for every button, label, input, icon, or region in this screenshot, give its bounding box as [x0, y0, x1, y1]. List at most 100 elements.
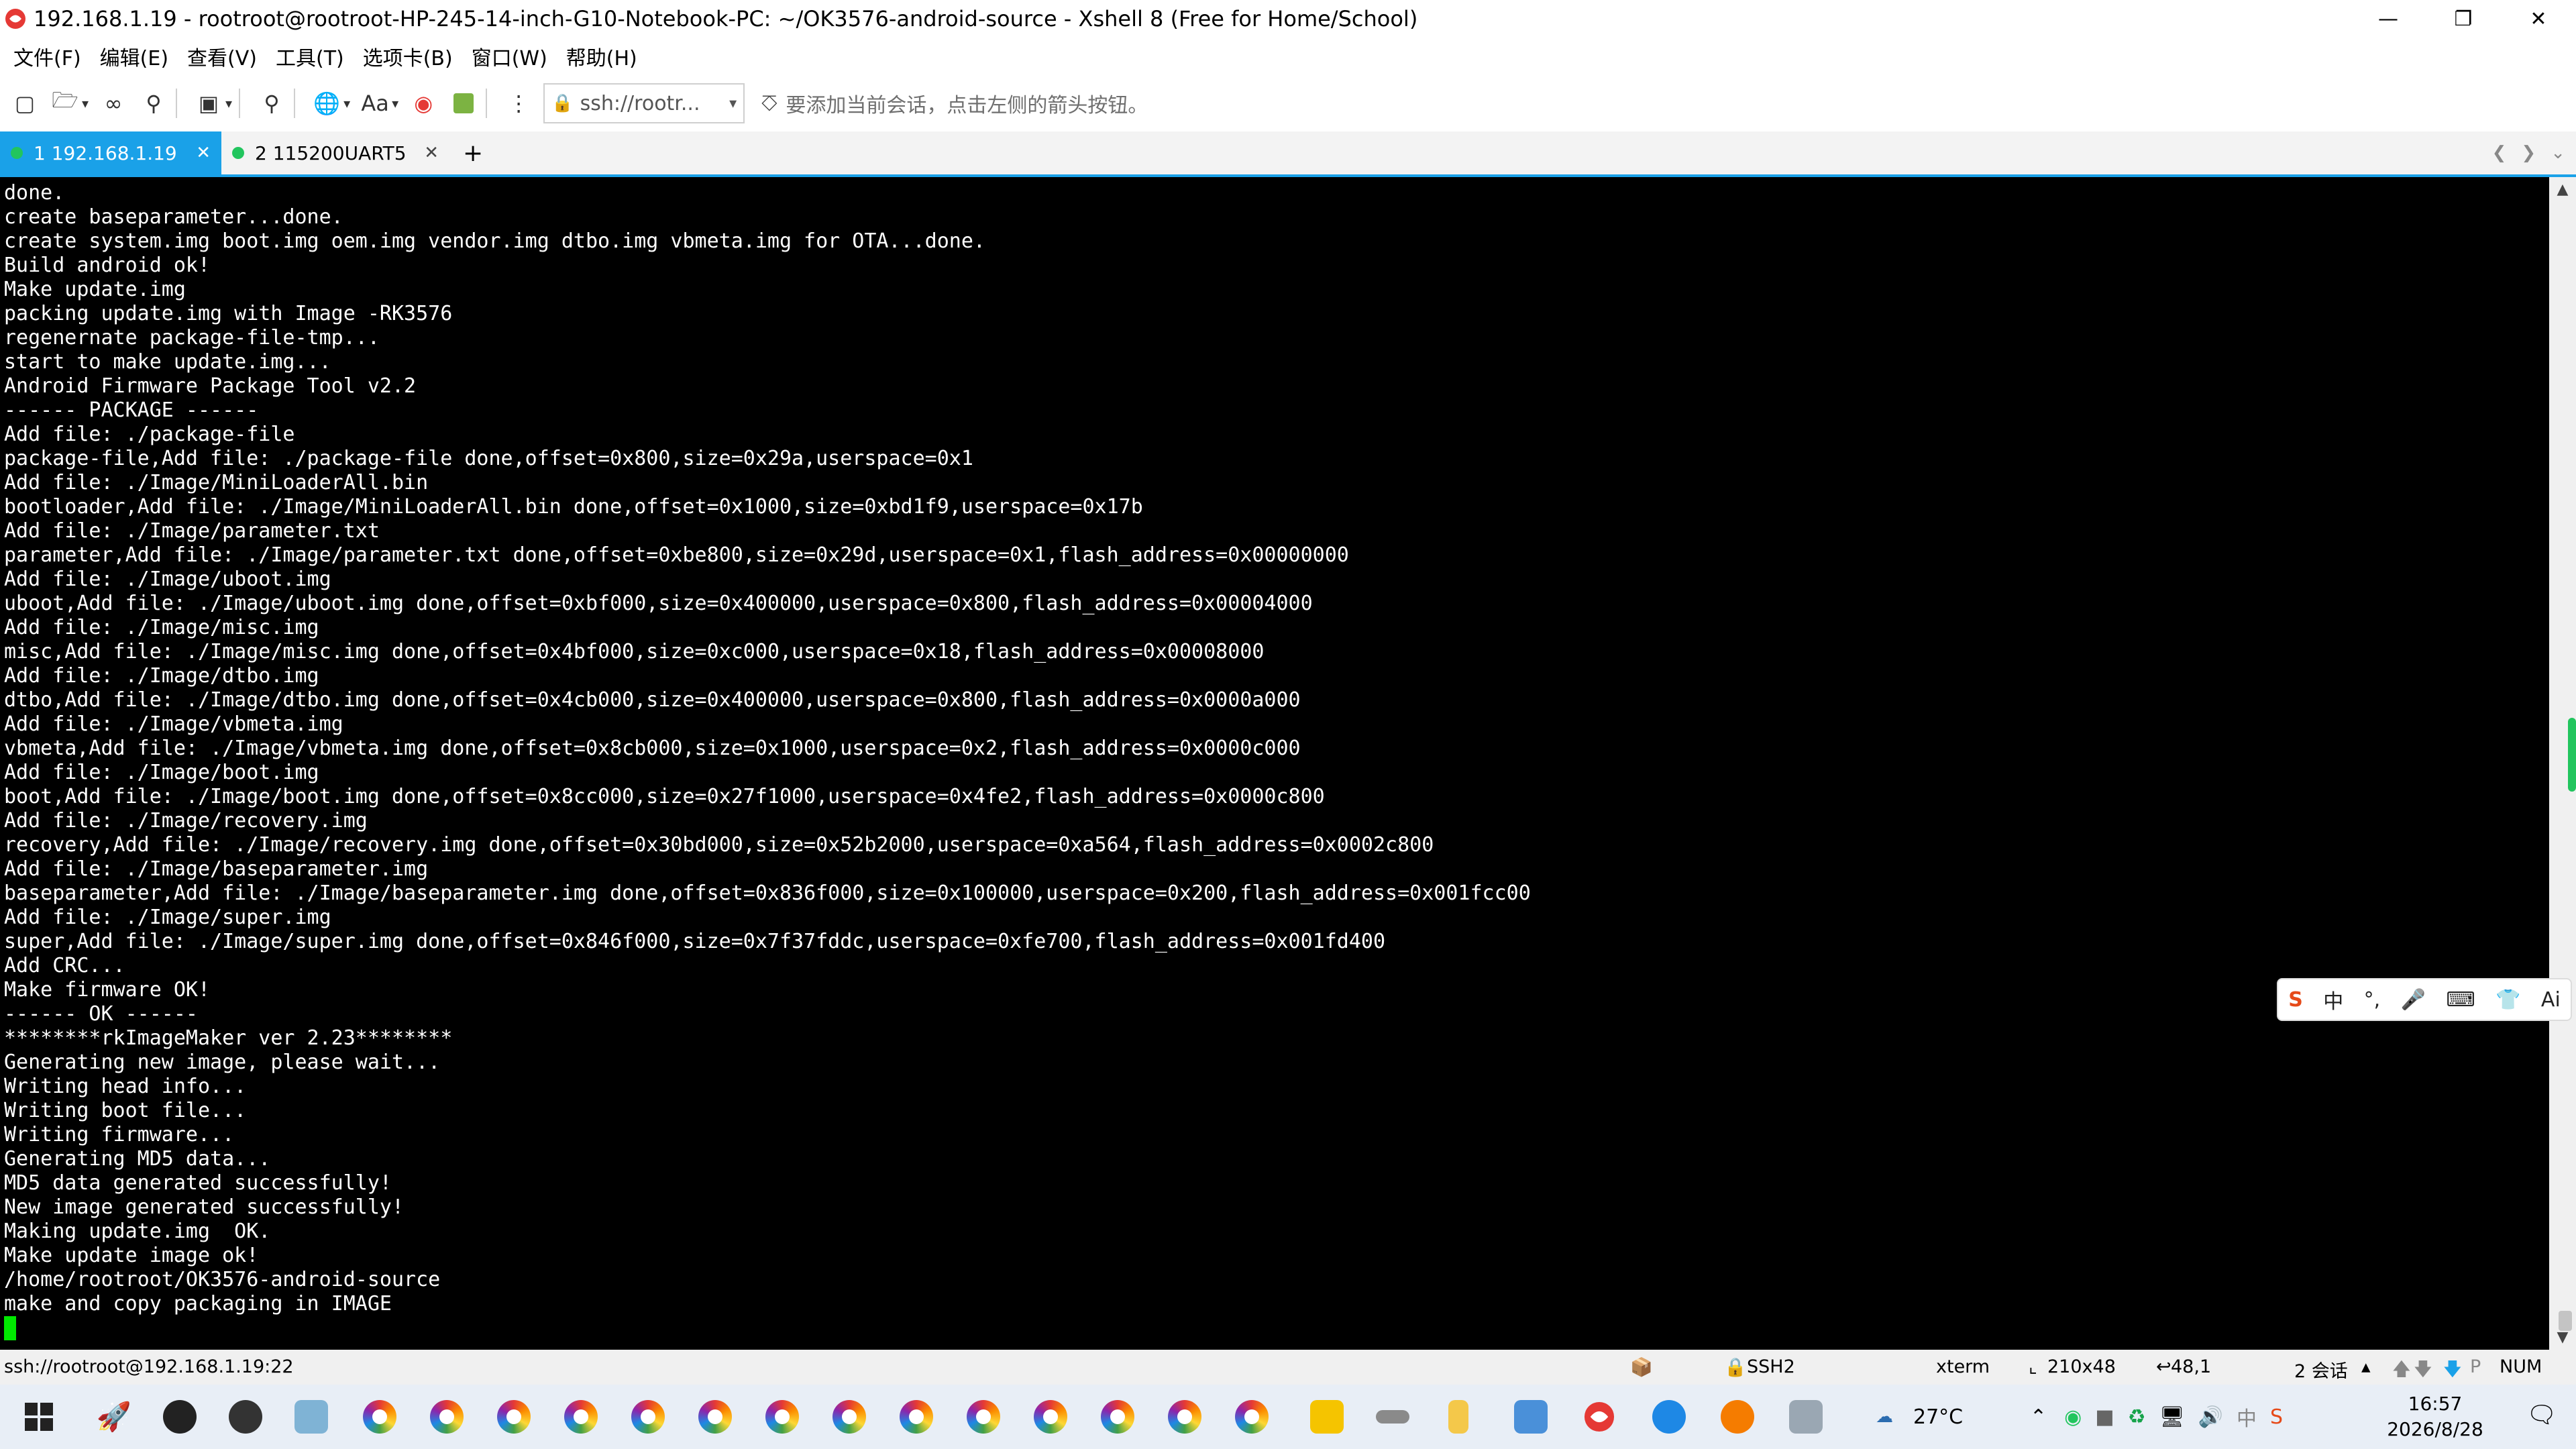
ime-ai-button[interactable]: Ai: [2541, 988, 2561, 1012]
browser-app-icon[interactable]: [1649, 1397, 1689, 1437]
chrome-app-icon[interactable]: [360, 1397, 400, 1437]
chevron-right-icon[interactable]: ❯: [2521, 143, 2536, 163]
terminal-line: Generating new image, please wait...: [4, 1051, 441, 1074]
terminal-line: Writing head info...: [4, 1075, 247, 1098]
windows-start-icon[interactable]: [19, 1397, 59, 1437]
chrome-app-icon[interactable]: [695, 1397, 735, 1437]
system-tray: ⌃ ◉ ■ ♻ 🖥 🔊 中 S: [2030, 1385, 2283, 1449]
disconnect-icon[interactable]: ⚲: [138, 88, 169, 119]
terminal-output[interactable]: done. create baseparameter...done. creat…: [0, 177, 2549, 1350]
font-icon[interactable]: Aa: [360, 88, 390, 119]
search-icon[interactable]: ⚲: [256, 88, 287, 119]
close-tab-icon[interactable]: ✕: [196, 143, 211, 163]
sessions-menu-icon[interactable]: ▴: [2361, 1356, 2371, 1377]
terminal-line: ------ OK ------: [4, 1002, 198, 1026]
globe-icon[interactable]: 🌐: [311, 88, 342, 119]
player-app-icon[interactable]: [1307, 1397, 1347, 1437]
minimize-button[interactable]: —: [2351, 0, 2426, 38]
tab-session-2[interactable]: 2 115200UART5 ✕: [221, 131, 449, 174]
microphone-icon[interactable]: 🎤: [2401, 988, 2426, 1012]
menu-file[interactable]: 文件(F): [13, 42, 81, 71]
weather-icon: ☁: [1876, 1407, 1893, 1427]
monitor-app-icon[interactable]: [1786, 1397, 1826, 1437]
chevron-down-icon[interactable]: ▾: [82, 95, 89, 111]
cursor-pos-icon: ↩: [2156, 1356, 2171, 1377]
ime-language[interactable]: 中: [2323, 985, 2343, 1014]
clock[interactable]: 16:57 2026/8/28: [2375, 1391, 2496, 1442]
add-session-icon[interactable]: ⎏: [761, 91, 777, 117]
xshell-app-icon[interactable]: [4, 7, 27, 30]
tool-app-icon[interactable]: [1373, 1397, 1413, 1437]
reconnect-icon[interactable]: ∞: [98, 88, 129, 119]
chrome-app-icon[interactable]: [1232, 1397, 1272, 1437]
chrome-app-icon[interactable]: [963, 1397, 1004, 1437]
folder-app-icon[interactable]: [1438, 1397, 1479, 1437]
scroll-down-icon[interactable]: ▼: [2549, 1329, 2576, 1346]
status-connection: ssh://rootroot@192.168.1.19:22: [4, 1356, 294, 1377]
skin-icon[interactable]: 👕: [2496, 988, 2520, 1012]
chrome-app-icon[interactable]: [561, 1397, 601, 1437]
menu-tab[interactable]: 选项卡(B): [363, 42, 453, 71]
app-tray-icon[interactable]: ■: [2095, 1405, 2114, 1429]
sync-icon[interactable]: ♻: [2128, 1405, 2146, 1429]
chevron-down-icon[interactable]: ⌄: [2551, 143, 2565, 163]
notification-icon[interactable]: 🗨: [2526, 1401, 2557, 1430]
address-bar[interactable]: 🔒 ssh://rootr... ▾: [543, 83, 745, 123]
connected-status-icon: [232, 147, 244, 159]
network-icon[interactable]: 🖥: [2159, 1405, 2185, 1429]
more-options-icon[interactable]: ⋮: [503, 88, 534, 119]
menu-help[interactable]: 帮助(H): [566, 42, 637, 71]
terminal-scrollbar[interactable]: ▲ ▼: [2549, 177, 2576, 1350]
laptop-app-icon[interactable]: [1511, 1397, 1551, 1437]
rocket-app-icon[interactable]: 🚀: [94, 1397, 134, 1437]
ue-app-icon[interactable]: [225, 1397, 266, 1437]
terminal-line: ------ PACKAGE ------: [4, 398, 259, 422]
chevron-down-icon[interactable]: ▾: [392, 95, 398, 111]
menu-view[interactable]: 查看(V): [187, 42, 257, 71]
menu-tools[interactable]: 工具(T): [276, 42, 344, 71]
wechat-icon[interactable]: ◉: [2064, 1405, 2082, 1429]
chevron-down-icon[interactable]: ▾: [225, 95, 232, 111]
chrome-app-icon[interactable]: [628, 1397, 668, 1437]
chrome-app-icon[interactable]: [1165, 1397, 1205, 1437]
xftp-icon[interactable]: [448, 88, 479, 119]
chrome-app-icon[interactable]: [494, 1397, 534, 1437]
status-cursor-pos: 48,1: [2171, 1356, 2212, 1377]
xshell-taskbar-icon[interactable]: [1579, 1397, 1619, 1437]
close-button[interactable]: ✕: [2501, 0, 2576, 38]
notes-app-icon[interactable]: [291, 1397, 331, 1437]
sogou-tray-icon[interactable]: S: [2270, 1405, 2283, 1429]
open-folder-icon[interactable]: 🗁: [50, 87, 80, 119]
new-session-icon[interactable]: ▢: [9, 88, 40, 119]
volume-icon[interactable]: 🔊: [2198, 1405, 2223, 1429]
scroll-up-icon[interactable]: ▲: [2549, 181, 2576, 198]
punctuation-icon[interactable]: °,: [2364, 988, 2381, 1012]
chrome-app-icon[interactable]: [829, 1397, 869, 1437]
chrome-app-icon[interactable]: [762, 1397, 802, 1437]
weather-widget[interactable]: ☁ 27°C: [1876, 1385, 1963, 1449]
tab-session-1[interactable]: 1 192.168.1.19 ✕: [0, 131, 221, 174]
chevron-down-icon[interactable]: ▾: [343, 95, 350, 111]
menu-edit[interactable]: 编辑(E): [100, 42, 168, 71]
game-app-icon[interactable]: [160, 1397, 200, 1437]
scrollbar-thumb[interactable]: [2559, 1311, 2572, 1331]
restore-button[interactable]: ❐: [2426, 0, 2501, 38]
transfer-icon[interactable]: 📦: [1630, 1356, 1653, 1378]
xshell-logo-icon[interactable]: ◉: [408, 88, 439, 119]
close-tab-icon[interactable]: ✕: [424, 143, 439, 163]
ime-indicator[interactable]: 中: [2237, 1402, 2257, 1432]
chrome-app-icon[interactable]: [896, 1397, 936, 1437]
chevron-down-icon[interactable]: ▾: [729, 95, 737, 112]
chevron-up-icon[interactable]: ⌃: [2030, 1405, 2047, 1429]
keyboard-icon[interactable]: ⌨: [2446, 988, 2475, 1012]
new-window-icon[interactable]: ▣: [193, 88, 224, 119]
terminal-line: vbmeta,Add file: ./Image/vbmeta.img done…: [4, 737, 1301, 760]
new-tab-button[interactable]: +: [463, 131, 483, 174]
chrome-app-icon[interactable]: [1030, 1397, 1071, 1437]
chrome-app-icon[interactable]: [427, 1397, 467, 1437]
orange-app-icon[interactable]: [1717, 1397, 1758, 1437]
chevron-left-icon[interactable]: ❮: [2492, 143, 2507, 163]
sogou-logo-icon[interactable]: S: [2288, 988, 2303, 1012]
menu-window[interactable]: 窗口(W): [472, 42, 547, 71]
chrome-app-icon[interactable]: [1097, 1397, 1138, 1437]
